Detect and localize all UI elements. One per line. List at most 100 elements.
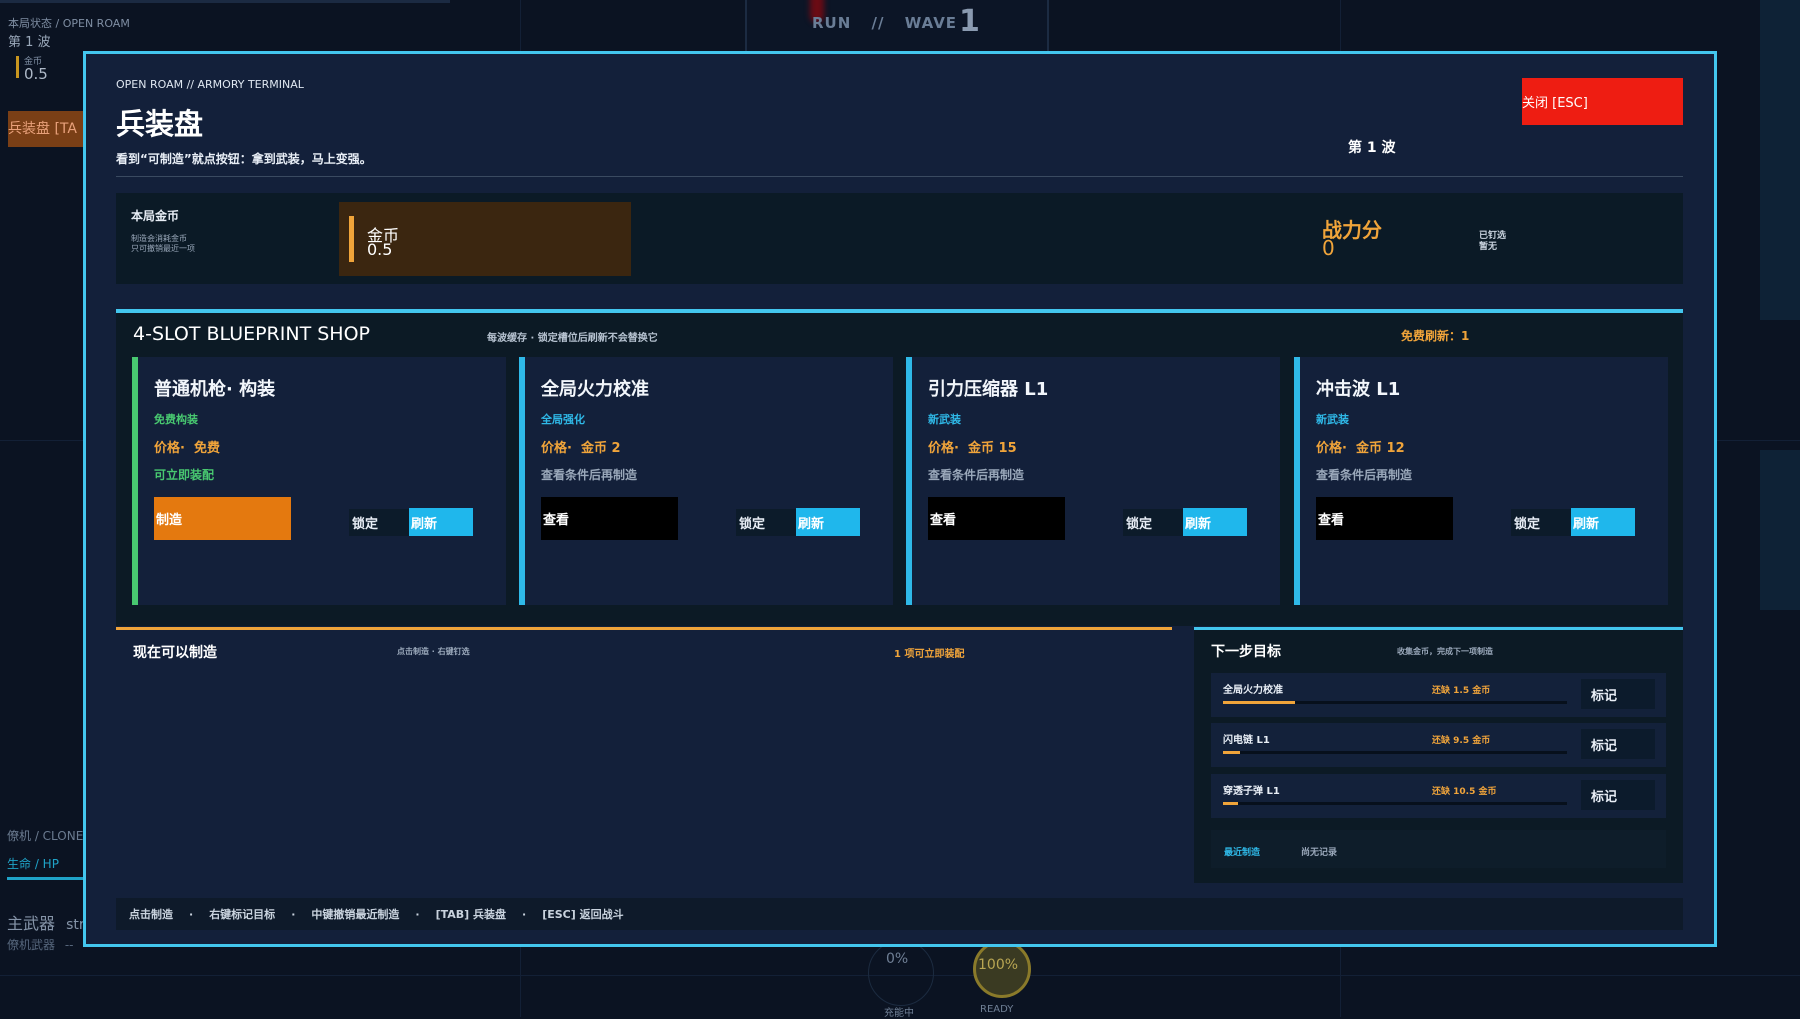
goal-missing: 还缺 9.5 金币 bbox=[1432, 736, 1491, 746]
goal-progress bbox=[1223, 751, 1567, 754]
power-value: 0 bbox=[1322, 236, 1335, 260]
footer-sep: · bbox=[291, 907, 296, 921]
footer-sep: · bbox=[415, 907, 420, 921]
header-divider bbox=[116, 176, 1683, 177]
hud-wave: 第 1 波 bbox=[8, 35, 51, 50]
shop-card: 冲击波 L1 新武装 价格· 金币 12 查看条件后再制造 查看 锁定 刷新 bbox=[1294, 357, 1668, 605]
gold-value: 0.5 bbox=[367, 240, 393, 259]
goal-progress-fill bbox=[1223, 751, 1241, 754]
goal-name: 全局火力校准 bbox=[1223, 685, 1283, 696]
goal-progress bbox=[1223, 701, 1567, 704]
hud-mode: OPEN ROAM bbox=[62, 17, 130, 30]
card-name: 引力压缩器 L1 bbox=[928, 379, 1049, 400]
view-button[interactable]: 查看 bbox=[1316, 497, 1453, 540]
hud-primary-value: str bbox=[66, 917, 85, 933]
hud-gold-bar bbox=[16, 56, 19, 78]
lock-button[interactable]: 锁定 bbox=[736, 509, 800, 536]
view-button[interactable]: 查看 bbox=[928, 497, 1065, 540]
hud-ready-label: READY bbox=[980, 1004, 1014, 1015]
hud-status-sep: / bbox=[55, 17, 60, 30]
lock-button[interactable]: 锁定 bbox=[349, 509, 413, 536]
footer-item: 点击制造 bbox=[129, 908, 173, 921]
card-price-value: 免费 bbox=[194, 441, 221, 456]
mark-button[interactable]: 标记 bbox=[1581, 780, 1655, 810]
craftable-hint: 点击制造 · 右键钉选 bbox=[397, 647, 470, 656]
modal-wave: 第 1 波 bbox=[1348, 140, 1396, 156]
hud-right-strip bbox=[1760, 0, 1800, 320]
goal-name: 闪电链 L1 bbox=[1223, 735, 1270, 746]
hud-hp-bar bbox=[7, 877, 83, 880]
craftable-panel bbox=[116, 627, 1172, 883]
card-tag: 新武装 bbox=[1316, 413, 1349, 426]
hud-charge-percent: 0% bbox=[886, 951, 909, 967]
modal-title: 兵装盘 bbox=[116, 107, 204, 141]
hud-run-sep: // bbox=[871, 14, 885, 32]
shop-card: 全局火力校准 全局强化 价格· 金币 2 查看条件后再制造 查看 锁定 刷新 bbox=[519, 357, 893, 605]
goal-progress-fill bbox=[1223, 701, 1296, 704]
card-price-value: 金币 15 bbox=[968, 441, 1017, 456]
goal-missing: 还缺 1.5 金币 bbox=[1432, 686, 1491, 696]
hud-run-panel: RUN // WAVE 1 bbox=[745, 0, 1049, 52]
view-button[interactable]: 查看 bbox=[541, 497, 678, 540]
card-note: 查看条件后再制造 bbox=[928, 468, 1025, 482]
hud-charge-ring bbox=[868, 940, 934, 1006]
card-tag: 全局强化 bbox=[541, 413, 585, 426]
close-button[interactable]: 关闭 [ESC] bbox=[1522, 78, 1683, 125]
refresh-button[interactable]: 刷新 bbox=[1571, 508, 1635, 536]
footer-item: 中键撤销最近制造 bbox=[311, 908, 400, 921]
footer-item: [TAB] 兵装盘 bbox=[435, 908, 506, 921]
card-note: 查看条件后再制造 bbox=[541, 468, 638, 482]
shop-title: 4-SLOT BLUEPRINT SHOP bbox=[133, 323, 370, 345]
hud-wing-weapon: 僚机武器 -- bbox=[7, 936, 74, 953]
gold-title: 本局金币 bbox=[131, 209, 180, 223]
lock-button[interactable]: 锁定 bbox=[1123, 509, 1187, 536]
mark-button[interactable]: 标记 bbox=[1581, 729, 1655, 759]
craftable-title: 现在可以制造 bbox=[133, 645, 217, 661]
card-note: 可立即装配 bbox=[154, 468, 215, 482]
hud-hp-label: 生命 / HP bbox=[7, 857, 59, 871]
card-price-label: 价格· bbox=[541, 441, 572, 456]
card-price-value: 金币 2 bbox=[581, 441, 621, 456]
goal-missing: 还缺 10.5 金币 bbox=[1432, 787, 1497, 797]
card-price: 价格· 金币 2 bbox=[541, 437, 621, 456]
recent-value: 尚无记录 bbox=[1301, 848, 1338, 858]
shop-card: 普通机枪· 构装 免费构装 价格· 免费 可立即装配 制造 锁定 刷新 bbox=[132, 357, 506, 605]
recent-craft-panel bbox=[1211, 830, 1666, 868]
hud-armory-tab[interactable]: 兵装盘 [TA bbox=[8, 111, 88, 147]
hud-primary-label: 主武器 bbox=[7, 914, 56, 933]
hud-top-bar bbox=[0, 0, 450, 3]
craft-button[interactable]: 制造 bbox=[154, 497, 291, 540]
free-refresh: 免费刷新：1 bbox=[1401, 329, 1470, 343]
hud-status-label: 本局状态 bbox=[8, 17, 52, 30]
goal-row: 穿透子弹 L1 还缺 10.5 金币 标记 bbox=[1211, 774, 1666, 818]
next-hint: 收集金币，完成下一项制造 bbox=[1397, 647, 1493, 656]
modal-subtitle: 看到“可制造”就点按钮：拿到武装，马上变强。 bbox=[116, 152, 372, 166]
shortcut-footer: 点击制造 · 右键标记目标 · 中键撤销最近制造 · [TAB] 兵装盘 · [… bbox=[116, 898, 1683, 930]
card-name: 普通机枪· 构装 bbox=[154, 379, 276, 400]
shop-hint: 每波缓存 · 锁定槽位后刷新不会替换它 bbox=[487, 333, 658, 344]
card-name: 冲击波 L1 bbox=[1316, 379, 1401, 400]
pinned-value: 暂无 bbox=[1479, 242, 1498, 252]
card-tag: 新武装 bbox=[928, 413, 961, 426]
footer-sep: · bbox=[522, 907, 527, 921]
refresh-button[interactable]: 刷新 bbox=[1183, 508, 1247, 536]
recent-label: 最近制造 bbox=[1224, 848, 1261, 858]
hud-clone-label: 僚机 / CLONE bbox=[7, 829, 84, 843]
card-tag: 免费构装 bbox=[154, 413, 198, 426]
card-price-label: 价格· bbox=[1316, 441, 1347, 456]
refresh-button[interactable]: 刷新 bbox=[409, 508, 473, 536]
goal-row: 全局火力校准 还缺 1.5 金币 标记 bbox=[1211, 673, 1666, 717]
card-name: 全局火力校准 bbox=[541, 379, 649, 400]
hud-wave-word: WAVE bbox=[904, 14, 958, 32]
gold-note-2: 只可撤销最近一项 bbox=[131, 244, 195, 253]
card-price: 价格· 金币 12 bbox=[1316, 437, 1405, 456]
hud-status: 本局状态 / OPEN ROAM bbox=[8, 15, 130, 31]
lock-button[interactable]: 锁定 bbox=[1511, 509, 1575, 536]
gold-box-accent bbox=[349, 216, 354, 262]
footer-item: 右键标记目标 bbox=[209, 908, 276, 921]
mark-button[interactable]: 标记 bbox=[1581, 679, 1655, 709]
hud-primary: 主武器 str bbox=[7, 910, 85, 934]
card-price: 价格· 免费 bbox=[154, 437, 220, 456]
refresh-button[interactable]: 刷新 bbox=[796, 508, 860, 536]
hud-wing-weapon-label: 僚机武器 bbox=[7, 938, 56, 952]
